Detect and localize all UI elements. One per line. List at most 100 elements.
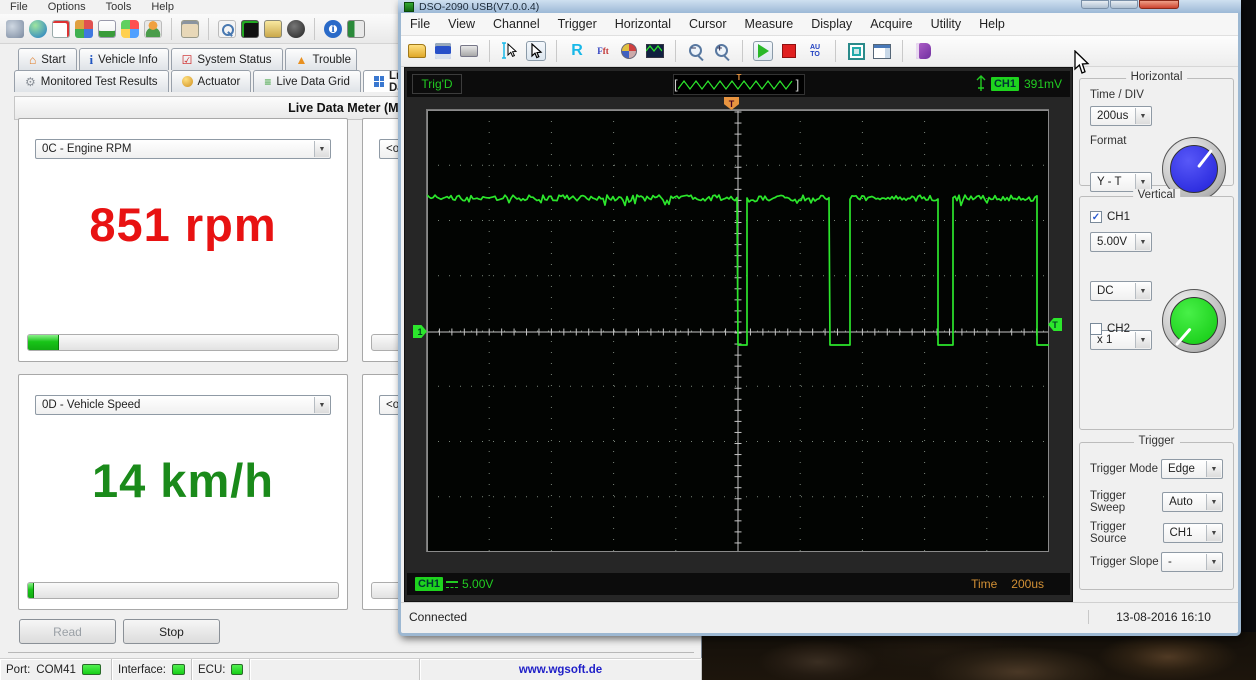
menu-view[interactable]: View (439, 17, 484, 31)
ch1-volt-select[interactable]: 5.00V ▼ (1090, 232, 1152, 252)
trigger-source-select[interactable]: CH1▼ (1163, 523, 1224, 543)
tab-live-data-grid[interactable]: ≡Live Data Grid (253, 70, 361, 92)
ch2-label: CH2 (1107, 323, 1130, 335)
pid-select-rpm[interactable]: 0C - Engine RPM▼ (35, 139, 331, 159)
start-acquisition-icon[interactable] (753, 41, 773, 61)
tab-system-status[interactable]: ☑System Status (171, 48, 283, 70)
dc-coupling-icon (446, 581, 458, 588)
pid-select-speed[interactable]: 0D - Vehicle Speed▼ (35, 395, 331, 415)
menu-utility[interactable]: Utility (922, 17, 971, 31)
ch1-ground-marker[interactable]: 1 (413, 325, 427, 338)
menu-tools[interactable]: Tools (96, 1, 142, 13)
knob-icon[interactable] (287, 20, 305, 38)
stop-acquisition-icon[interactable] (779, 41, 799, 61)
fft-icon[interactable]: Fft (593, 41, 613, 61)
menu-help[interactable]: Help (970, 17, 1014, 31)
select-value: 200us (1097, 110, 1128, 122)
self-calibration-icon[interactable] (848, 43, 865, 60)
print-icon[interactable] (460, 45, 478, 57)
record-icon[interactable] (621, 43, 637, 59)
tab-monitored-test-results[interactable]: ⚙Monitored Test Results (14, 70, 169, 92)
menu-measure[interactable]: Measure (736, 17, 803, 31)
trigger-slope-row: Trigger Slope -▼ (1090, 552, 1223, 572)
tab-vehicle-info[interactable]: iVehicle Info (79, 48, 169, 70)
refresh-icon[interactable]: R (567, 41, 587, 61)
stop-button[interactable]: Stop (123, 619, 220, 644)
save-icon[interactable] (435, 43, 451, 59)
menu-cursor[interactable]: Cursor (680, 17, 736, 31)
mouse-cursor (1073, 50, 1090, 75)
port-label: Port: (6, 664, 30, 676)
maximize-button[interactable] (1110, 0, 1138, 9)
menu-help[interactable]: Help (141, 1, 184, 13)
open-icon[interactable] (408, 44, 426, 58)
terminal-icon[interactable] (241, 20, 259, 38)
select-value: Edge (1168, 463, 1195, 475)
menu-trigger[interactable]: Trigger (549, 17, 606, 31)
tab-actuator[interactable]: Actuator (171, 70, 252, 92)
ch1-position-knob[interactable] (1162, 289, 1226, 353)
panel-layout-icon[interactable] (873, 44, 891, 59)
trigger-level-readout: CH1 391mV (976, 75, 1062, 92)
chevron-down-icon: ▼ (314, 397, 329, 413)
trigger-sweep-row: Trigger Sweep Auto▼ (1090, 490, 1223, 514)
scope-control-panel: Horizontal Time / DIV 200us▼ Format Y - … (1079, 67, 1238, 602)
ch1-coupling-select[interactable]: DC▼ (1090, 281, 1152, 301)
clipboard-icon[interactable] (181, 20, 199, 38)
autoset-text-icon[interactable]: AUTO (805, 41, 825, 61)
ch2-checkbox[interactable] (1090, 323, 1102, 335)
preview-trigger-marker[interactable]: T (737, 73, 742, 82)
person-icon[interactable] (144, 20, 162, 38)
chevron-down-icon: ▼ (1135, 234, 1150, 250)
menu-display[interactable]: Display (802, 17, 861, 31)
select-value: DC (1097, 285, 1114, 297)
cursor-measure-icon[interactable] (500, 41, 520, 61)
close-button[interactable] (1139, 0, 1179, 9)
exit-icon[interactable] (347, 20, 365, 38)
time-div-select[interactable]: 200us▼ (1090, 106, 1152, 126)
trigger-mode-select[interactable]: Edge▼ (1161, 459, 1223, 479)
gear-icon: ⚙ (25, 76, 36, 88)
ch2-enable[interactable]: CH2 (1090, 323, 1130, 335)
menu-acquire[interactable]: Acquire (861, 17, 921, 31)
trigger-slope-select[interactable]: -▼ (1161, 552, 1223, 572)
tab-start[interactable]: ⌂Start (18, 48, 77, 70)
scope-statusbar: Connected 13-08-2016 16:10 (401, 602, 1238, 631)
zoom-out-icon[interactable]: − (686, 41, 706, 61)
globe-icon[interactable] (29, 20, 47, 38)
chart-icon[interactable] (98, 20, 116, 38)
menu-horizontal[interactable]: Horizontal (606, 17, 680, 31)
read-button[interactable]: Read (19, 619, 116, 644)
tab-label: Trouble (312, 54, 351, 66)
scope-titlebar[interactable]: DSO-2090 USB(V7.0.0.4) (398, 0, 1241, 13)
zoom-in-icon[interactable]: + (712, 41, 732, 61)
ch1-enable[interactable]: ✓ CH1 (1090, 211, 1130, 223)
trigger-level-marker[interactable]: T (1048, 318, 1062, 331)
document-icon[interactable] (52, 20, 70, 38)
grid-icon[interactable] (75, 20, 93, 38)
tab-trouble[interactable]: ▲ Trouble (285, 48, 357, 70)
time-div-label: Time / DIV (1090, 89, 1144, 101)
pointer-tool-icon[interactable] (526, 41, 546, 61)
warning-icon: ▲ (296, 54, 308, 66)
menu-channel[interactable]: Channel (484, 17, 549, 31)
ch1-checkbox[interactable]: ✓ (1090, 211, 1102, 223)
menu-file[interactable]: File (0, 1, 38, 13)
select-value: 5.00V (1097, 236, 1127, 248)
minimize-button[interactable] (1081, 0, 1109, 9)
battery-icon[interactable] (264, 20, 282, 38)
menu-options[interactable]: Options (38, 1, 96, 13)
plug-icon[interactable] (6, 20, 24, 38)
menu-file[interactable]: File (401, 17, 439, 31)
help-book-icon[interactable] (916, 43, 931, 59)
tiles-icon[interactable] (121, 20, 139, 38)
waveform-icon[interactable] (646, 44, 664, 58)
select-value: Y - T (1097, 176, 1122, 188)
info-icon[interactable]: i (324, 20, 342, 38)
select-value: - (1168, 556, 1172, 568)
scope-toolbar: R Fft − + AUTO (401, 36, 1238, 67)
scope-screen (426, 109, 1049, 552)
waveform-preview-bar[interactable]: T [ ] (673, 74, 805, 95)
search-icon[interactable] (218, 20, 236, 38)
trigger-sweep-select[interactable]: Auto▼ (1162, 492, 1223, 512)
